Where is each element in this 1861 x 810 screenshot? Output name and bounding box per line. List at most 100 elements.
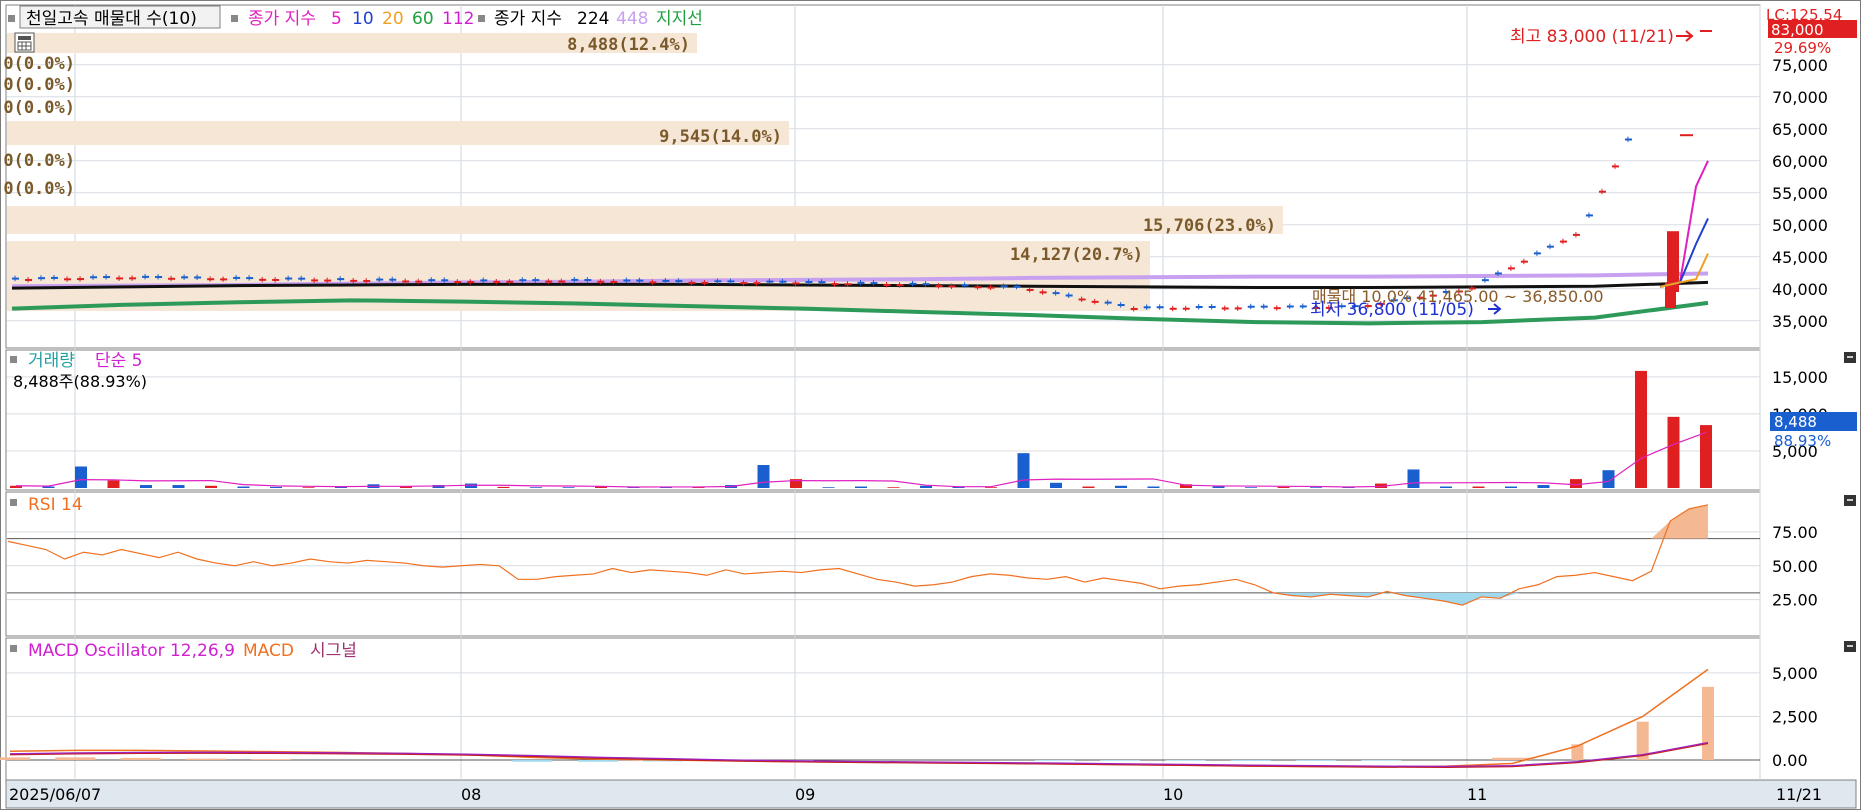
candle <box>1169 307 1177 310</box>
volume-bar <box>985 487 997 488</box>
candle <box>220 278 228 281</box>
candle <box>649 281 657 284</box>
candle <box>662 279 670 282</box>
price-tick-label: 35,000 <box>1772 312 1828 331</box>
volume-profile-label: 0(0.0%) <box>3 54 75 74</box>
time-label-sep: 09 <box>795 785 815 804</box>
candle <box>1208 305 1216 308</box>
volume-profile-label: 0(0.0%) <box>3 98 75 118</box>
legend-bullet <box>10 645 17 652</box>
volume-bar <box>1505 486 1517 488</box>
candle <box>1052 292 1060 295</box>
volume-ma-label: 단순 5 <box>95 351 143 371</box>
candle <box>90 276 98 279</box>
candle <box>688 281 696 284</box>
candle <box>389 278 397 281</box>
candle <box>51 276 59 279</box>
volume-profile-band <box>7 206 1283 234</box>
close-volume-panel-icon[interactable] <box>1844 352 1856 363</box>
volume-info: 8,488주(88.93%) <box>13 372 147 391</box>
volume-bar <box>1570 479 1582 488</box>
candle <box>64 278 72 281</box>
candle <box>428 279 436 282</box>
candle <box>961 284 969 287</box>
candle <box>1260 305 1268 308</box>
candle <box>1507 267 1515 270</box>
candle <box>1234 307 1242 310</box>
macd-oscillator-bar <box>1230 760 1271 761</box>
candle <box>1104 301 1112 304</box>
volume-bar <box>757 465 770 488</box>
candle <box>987 286 995 289</box>
volume-bar <box>1667 416 1680 488</box>
candle <box>623 279 631 282</box>
macd-oscillator-bar <box>1165 760 1206 761</box>
candle <box>779 280 787 283</box>
macd-oscillator-bar <box>1296 760 1337 761</box>
time-label-last: 11/21 <box>1776 785 1822 804</box>
candle <box>948 285 956 288</box>
close-macd-panel-icon[interactable] <box>1844 641 1856 652</box>
candle <box>207 278 215 281</box>
candle <box>714 280 722 283</box>
candle <box>896 284 904 287</box>
candle <box>1247 305 1255 308</box>
candle <box>1299 305 1307 308</box>
volume-bar <box>1537 485 1550 488</box>
candle <box>25 278 33 281</box>
volume-bar <box>1635 370 1647 488</box>
time-label-aug: 08 <box>461 785 481 804</box>
candle <box>857 281 865 284</box>
volume-bar <box>1245 487 1257 488</box>
price-tick-label: 65,000 <box>1772 120 1828 139</box>
volume-bar <box>107 480 120 488</box>
price-tick-label: 45,000 <box>1772 248 1828 267</box>
volume-profile-label: 15,706(23.0%) <box>1143 216 1276 236</box>
legend-bullet <box>478 15 485 22</box>
candle <box>103 276 111 279</box>
candle <box>1039 291 1047 294</box>
candle <box>350 279 358 282</box>
volume-bar <box>855 486 867 488</box>
candle <box>1221 307 1229 310</box>
stock-chart[interactable]: 8,488(12.4%)0(0.0%)0(0.0%)0(0.0%)9,545(1… <box>0 0 1861 810</box>
candle <box>831 283 839 286</box>
candle <box>1585 214 1593 217</box>
candle <box>12 277 19 280</box>
candle <box>1494 272 1502 275</box>
candle <box>142 275 150 278</box>
last-change: 29.69% <box>1774 39 1831 57</box>
volume-bar <box>1277 486 1290 488</box>
candle <box>194 276 202 279</box>
macd-oscillator-bar <box>55 757 96 760</box>
ma-20-label: 20 <box>382 9 404 29</box>
volume-bar <box>1407 469 1420 488</box>
high-label: 최고 83,000 (11/21) <box>1510 27 1674 47</box>
candle <box>285 277 293 280</box>
candle <box>1130 308 1138 310</box>
macd-oscillator-bar <box>1034 760 1075 761</box>
time-label-start: 2025/06/07 <box>9 785 101 804</box>
candle <box>181 276 189 279</box>
candle <box>766 280 774 283</box>
close-rsi-panel-icon[interactable] <box>1844 495 1856 506</box>
calculator-icon[interactable] <box>14 32 35 53</box>
volume-bar <box>140 485 152 488</box>
legend-bullet <box>8 15 15 22</box>
price-tick-label: 75,000 <box>1772 56 1828 75</box>
candle <box>1013 285 1021 288</box>
stock-label[interactable]: 천일고속 매물대 수(10) <box>26 9 197 29</box>
candle <box>493 280 501 283</box>
candle <box>454 281 462 284</box>
volume-profile-label: 8,488(12.4%) <box>567 35 690 55</box>
ma-60-label: 60 <box>412 9 434 29</box>
candle <box>675 280 683 283</box>
volume-bar <box>887 487 900 488</box>
candle <box>155 276 163 279</box>
macd-oscillator-bar <box>1702 686 1714 760</box>
candle <box>519 279 527 282</box>
macd-oscillator-bar <box>1100 760 1141 761</box>
macd-oscillator-bar <box>577 760 618 762</box>
price-tick-label: 60,000 <box>1772 152 1828 171</box>
rsi-tick-label: 50.00 <box>1772 557 1818 576</box>
